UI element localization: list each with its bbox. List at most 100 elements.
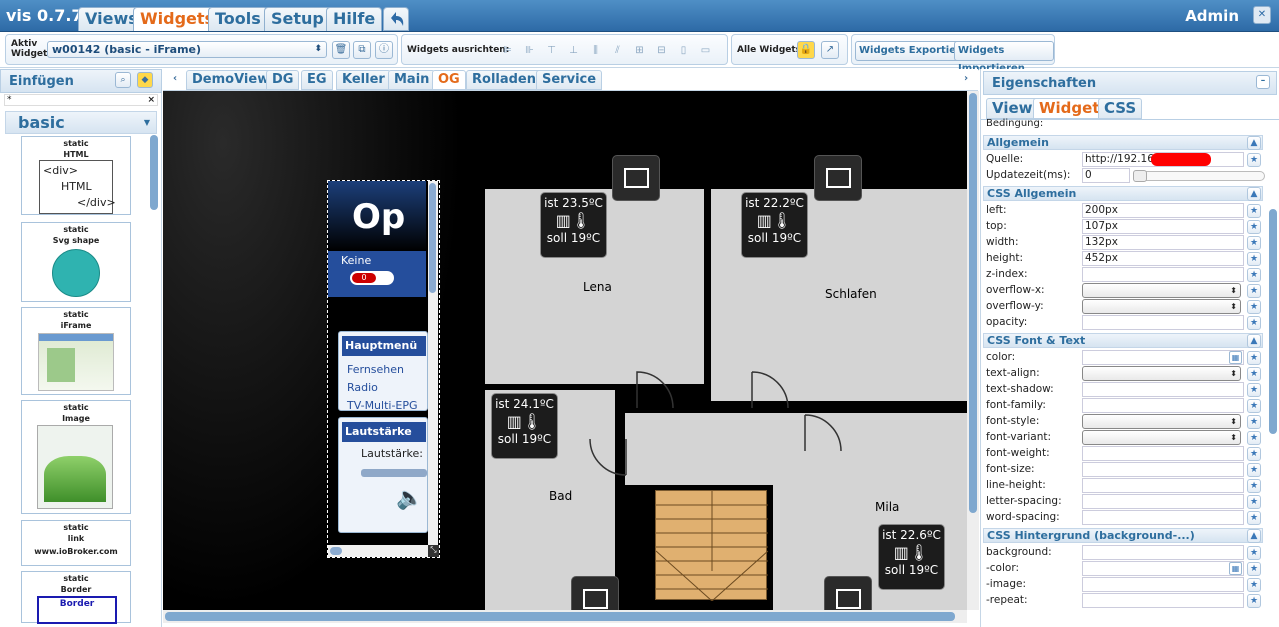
- iframe-scrollbar-thumb[interactable]: [429, 183, 436, 293]
- section-collapse-icon[interactable]: ▲: [1247, 334, 1261, 348]
- prop-input[interactable]: [1082, 577, 1244, 592]
- info-widget-button[interactable]: ⓘ: [375, 41, 393, 59]
- widget-card-image[interactable]: static Image: [21, 400, 131, 514]
- menu-tab-hilfe[interactable]: Hilfe: [326, 7, 383, 31]
- window-button-lena[interactable]: [612, 155, 660, 201]
- view-tab-main[interactable]: Main: [388, 70, 436, 90]
- thermostat-schlafen[interactable]: ist 22.2ºC ▥🌡 soll 19ºC: [741, 192, 808, 258]
- delete-widget-button[interactable]: 🗑: [332, 41, 350, 59]
- view-tab-eg[interactable]: EG: [301, 70, 333, 90]
- iframe-toggle[interactable]: 0: [350, 271, 394, 285]
- view-tab-dg[interactable]: DG: [266, 70, 300, 90]
- window-button-mila[interactable]: [824, 576, 872, 610]
- star-icon[interactable]: ★: [1247, 495, 1261, 509]
- filter-input[interactable]: * ×: [4, 94, 158, 106]
- canvas-vscrollbar[interactable]: [967, 91, 979, 610]
- prop-section-0[interactable]: Allgemein: [983, 135, 1263, 150]
- distribute-h-icon[interactable]: ⊞: [633, 43, 646, 59]
- active-widget-select[interactable]: w00142 (basic - iFrame) ⬍: [47, 41, 327, 58]
- color-picker-icon[interactable]: ▦: [1229, 351, 1242, 364]
- star-icon[interactable]: ★: [1247, 153, 1261, 167]
- iframe-scrollbar-track[interactable]: [428, 181, 438, 557]
- iframe-menu-item-fernsehen[interactable]: Fernsehen: [347, 363, 404, 376]
- align-top-icon[interactable]: ⊤: [545, 43, 558, 59]
- prop-input[interactable]: [1082, 350, 1244, 365]
- copy-widget-button[interactable]: ⧉: [353, 41, 371, 59]
- prop-select[interactable]: ⬍: [1082, 430, 1241, 445]
- star-icon[interactable]: ★: [1247, 562, 1261, 576]
- prop-input[interactable]: [1082, 494, 1244, 509]
- tag-filter-button[interactable]: ◆: [137, 72, 153, 88]
- align-left-icon[interactable]: ⊫: [501, 43, 514, 59]
- align-bottom-icon[interactable]: ⊥: [567, 43, 580, 59]
- prop-section-3[interactable]: CSS Hintergrund (background-...): [983, 528, 1263, 543]
- search-button[interactable]: ⌕: [115, 72, 131, 88]
- star-icon[interactable]: ★: [1247, 252, 1261, 266]
- iframe-menu-item-epg[interactable]: TV-Multi-EPG: [347, 399, 418, 412]
- tabs-scroll-right[interactable]: ›: [957, 71, 975, 89]
- slider-handle[interactable]: [1133, 170, 1147, 182]
- prop-input[interactable]: 452px: [1082, 251, 1244, 266]
- star-icon[interactable]: ★: [1247, 236, 1261, 250]
- widget-list-scrollbar[interactable]: [150, 135, 158, 210]
- iframe-volume-slider[interactable]: [361, 469, 427, 477]
- iframe-menu-item-radio[interactable]: Radio: [347, 381, 378, 394]
- prop-input[interactable]: [1082, 478, 1244, 493]
- star-icon[interactable]: ★: [1247, 367, 1261, 381]
- star-icon[interactable]: ★: [1247, 316, 1261, 330]
- view-tab-service[interactable]: Service: [536, 70, 603, 90]
- star-icon[interactable]: ★: [1247, 479, 1261, 493]
- color-picker-icon[interactable]: ▦: [1229, 562, 1242, 575]
- iframe-hscrollbar[interactable]: [328, 545, 428, 557]
- prop-select[interactable]: ⬍: [1082, 299, 1241, 314]
- prop-input[interactable]: 107px: [1082, 219, 1244, 234]
- prop-tab-css[interactable]: CSS: [1098, 98, 1143, 119]
- thermostat-mila[interactable]: ist 22.6ºC ▥🌡 soll 19ºC: [878, 524, 945, 590]
- star-icon[interactable]: ★: [1247, 284, 1261, 298]
- thermostat-bad[interactable]: ist 24.1ºC ▥🌡 soll 19ºC: [491, 393, 558, 459]
- canvas-hscrollbar[interactable]: [163, 610, 967, 623]
- star-icon[interactable]: ★: [1247, 415, 1261, 429]
- view-tab-rolladen[interactable]: Rolladen: [466, 70, 543, 90]
- star-icon[interactable]: ★: [1247, 447, 1261, 461]
- window-button-bad[interactable]: [571, 576, 619, 610]
- same-height-icon[interactable]: ▭: [699, 43, 712, 59]
- section-collapse-icon[interactable]: ▲: [1247, 529, 1261, 543]
- star-icon[interactable]: ★: [1247, 268, 1261, 282]
- undo-button[interactable]: [383, 7, 409, 31]
- prop-section-2[interactable]: CSS Font & Text: [983, 333, 1263, 348]
- prop-input[interactable]: [1082, 545, 1244, 560]
- star-icon[interactable]: ★: [1247, 351, 1261, 365]
- view-tab-demoview[interactable]: DemoView: [186, 70, 276, 90]
- prop-select[interactable]: ⬍: [1082, 366, 1241, 381]
- canvas-hscrollbar-thumb[interactable]: [165, 612, 955, 621]
- align-right-icon[interactable]: ⊪: [523, 43, 536, 59]
- prop-input[interactable]: [1082, 267, 1244, 282]
- widget-card-svg-shape[interactable]: static Svg shape: [21, 222, 131, 302]
- widget-card-link[interactable]: static link www.ioBroker.com: [21, 520, 131, 566]
- prop-section-1[interactable]: CSS Allgemein: [983, 186, 1263, 201]
- collapse-icon[interactable]: –: [1256, 75, 1270, 89]
- star-icon[interactable]: ★: [1247, 220, 1261, 234]
- view-canvas[interactable]: Lena Schlafen Bad Mila ist 23.5ºC ▥🌡 sol…: [163, 91, 967, 610]
- prop-input[interactable]: 132px: [1082, 235, 1244, 250]
- star-icon[interactable]: ★: [1247, 546, 1261, 560]
- prop-input[interactable]: 200px: [1082, 203, 1244, 218]
- section-collapse-icon[interactable]: ▲: [1247, 187, 1261, 201]
- prop-input[interactable]: [1082, 462, 1244, 477]
- resize-handle-icon[interactable]: ⤡: [428, 545, 439, 557]
- canvas-vscrollbar-thumb[interactable]: [969, 93, 977, 513]
- star-icon[interactable]: ★: [1247, 383, 1261, 397]
- star-icon[interactable]: ★: [1247, 300, 1261, 314]
- speaker-icon[interactable]: 🔈: [396, 486, 423, 511]
- prop-input[interactable]: [1082, 593, 1244, 608]
- import-widgets-button[interactable]: Widgets Importieren: [954, 41, 1054, 74]
- filter-clear-icon[interactable]: ×: [147, 95, 155, 105]
- close-button[interactable]: ✕: [1253, 6, 1271, 24]
- section-collapse-icon[interactable]: ▲: [1247, 136, 1261, 150]
- same-width-icon[interactable]: ▯: [677, 43, 690, 59]
- align-center-v-icon[interactable]: ⫽: [611, 43, 624, 59]
- menu-tab-tools[interactable]: Tools: [208, 7, 268, 31]
- widget-card-html[interactable]: static HTML <div> HTML </div>: [21, 136, 131, 215]
- prop-select[interactable]: ⬍: [1082, 414, 1241, 429]
